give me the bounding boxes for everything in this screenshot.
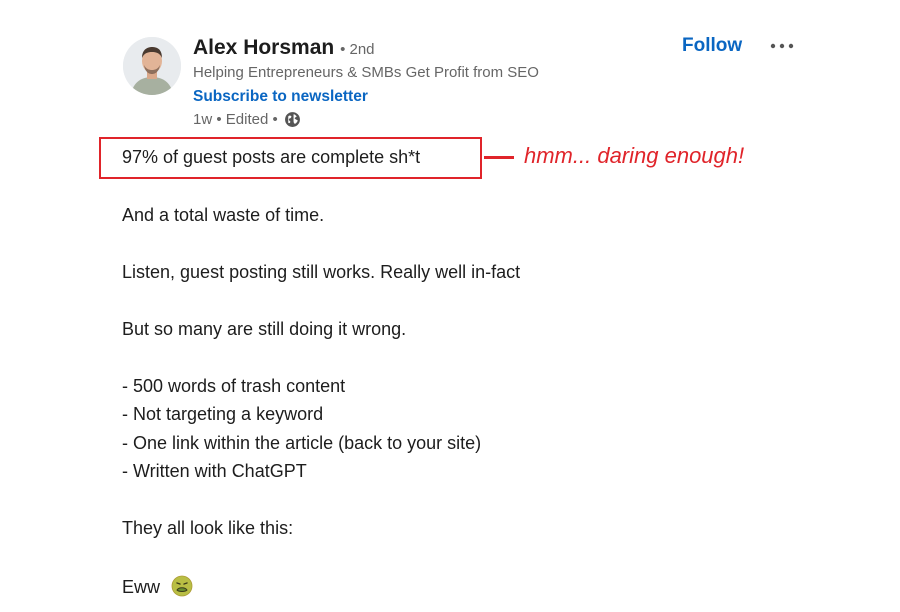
author-name-text[interactable]: Alex Horsman <box>193 36 334 59</box>
eww-text: Eww <box>122 577 161 597</box>
post-timestamp: 1w • Edited • <box>193 111 278 128</box>
bullet-item: - 500 words of trash content <box>122 376 346 396</box>
annotation-text: hmm... daring enough! <box>524 143 745 168</box>
author-name[interactable]: Alex Horsman • 2nd <box>193 36 375 60</box>
bullet-item: - Written with ChatGPT <box>122 461 307 481</box>
annotation-connector <box>484 156 514 159</box>
post-line-1: And a total waste of time. <box>122 205 325 225</box>
post-hook: 97% of guest posts are complete sh*t <box>122 147 421 167</box>
post-line-4: They all look like this: <box>122 518 294 538</box>
globe-icon <box>284 111 301 128</box>
avatar[interactable] <box>123 37 181 95</box>
post-line-3: But so many are still doing it wrong. <box>122 319 407 339</box>
post-line-2: Listen, guest posting still works. Reall… <box>122 262 521 282</box>
bullet-item: - One link within the article (back to y… <box>122 433 482 453</box>
profile-photo-icon <box>123 37 181 95</box>
connection-degree: • 2nd <box>340 41 375 58</box>
nauseated-face-emoji-icon <box>171 575 193 602</box>
follow-button[interactable]: Follow <box>682 35 742 57</box>
post-meta: 1w • Edited • <box>193 111 301 128</box>
author-headline: Helping Entrepreneurs & SMBs Get Profit … <box>193 64 539 81</box>
subscribe-newsletter-link[interactable]: Subscribe to newsletter <box>193 88 368 106</box>
more-options-icon[interactable] <box>768 34 796 58</box>
bullet-item: - Not targeting a keyword <box>122 404 324 424</box>
post-line-5: Eww <box>122 575 193 602</box>
